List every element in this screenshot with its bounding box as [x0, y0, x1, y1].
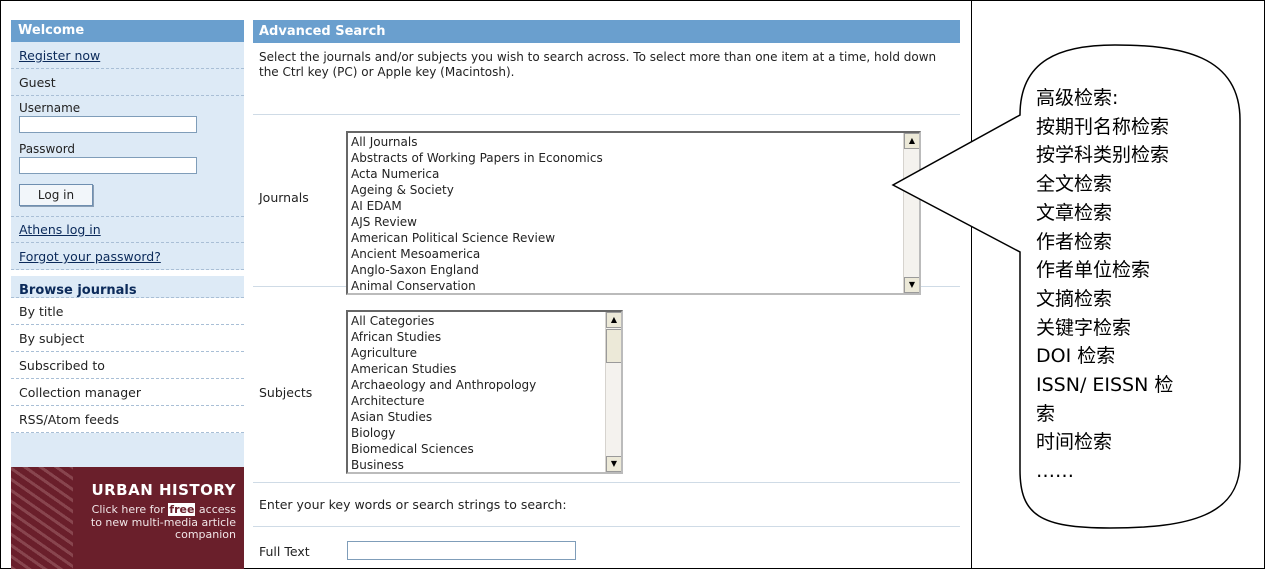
callout-line: 文摘检索 — [1036, 287, 1113, 310]
callout-line: 按期刊名称检索 — [1036, 115, 1170, 138]
callout-line: 高级检索: — [1036, 87, 1119, 109]
callout-line: …… — [1036, 460, 1074, 483]
callout-line: 关键字检索 — [1036, 316, 1132, 339]
callout-feature-list: 高级检索: 按期刊名称检索 按学科类别检索 全文检索文章检索作者检索作者单位检索 文摘检… — [1036, 84, 1216, 486]
callout-line: 文章检索 — [1036, 201, 1113, 224]
callout-line: 作者检索 — [1036, 230, 1113, 253]
callout-line: 全文检索 — [1036, 173, 1113, 196]
callout-line: ISSN/ EISSN 检 — [1036, 374, 1174, 397]
callout-line: 时间检索 — [1036, 431, 1113, 454]
callout-line: DOI 检索 — [1036, 345, 1116, 368]
callout-line: 按学科类别检索 — [1036, 144, 1170, 167]
callout-line: 作者单位检索 — [1036, 259, 1151, 282]
callout-line: 索 — [1036, 402, 1056, 425]
